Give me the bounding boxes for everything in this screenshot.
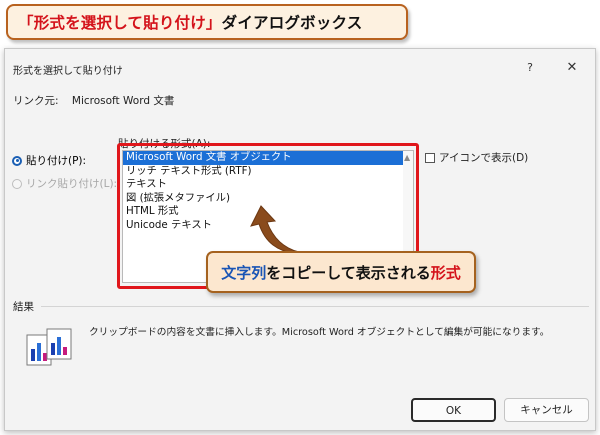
paste-link-radio[interactable]: リンク貼り付け(L): [12,176,117,191]
banner-title-quoted: 「形式を選択して貼り付け」 [18,14,222,32]
close-button[interactable]: ✕ [561,58,583,78]
paste-radio[interactable]: 貼り付け(P): [12,153,86,168]
help-button[interactable]: ? [519,58,541,78]
radio-selected-indicator [12,155,22,166]
show-as-icon-label: アイコンで表示(D) [439,152,529,164]
callout-box: 文字列 をコピーして表示される 形式 [206,251,476,293]
link-source-row: リンク元: Microsoft Word 文書 [13,93,174,108]
link-source-label: リンク元: [13,95,59,107]
callout-part3: 形式 [430,263,461,282]
paste-result-icon [26,328,72,366]
cancel-button[interactable]: キャンセル [504,398,589,422]
radio-disabled-indicator [12,178,22,189]
title-banner: 「形式を選択して貼り付け」 ダイアログボックス [6,4,408,40]
result-divider [41,306,589,307]
banner-title-suffix: ダイアログボックス [221,14,363,32]
checkbox-box [425,152,435,163]
paste-special-dialog: 形式を選択して貼り付け ? ✕ リンク元: Microsoft Word 文書 … [4,48,596,431]
ok-button[interactable]: OK [411,398,496,422]
callout-part2: をコピーして表示される [266,263,431,282]
dialog-title: 形式を選択して貼り付け [13,66,123,77]
paste-radio-label: 貼り付け(P): [26,155,87,167]
callout-part1: 文字列 [221,263,267,282]
show-as-icon-checkbox[interactable]: アイコンで表示(D) [425,150,528,165]
link-source-value: Microsoft Word 文書 [71,95,175,107]
curved-arrow-icon [250,205,300,254]
paste-link-radio-label: リンク貼り付け(L): [26,178,118,190]
result-description: クリップボードの内容を文書に挿入します。Microsoft Word オブジェク… [89,327,550,338]
result-label: 結果 [13,301,34,313]
